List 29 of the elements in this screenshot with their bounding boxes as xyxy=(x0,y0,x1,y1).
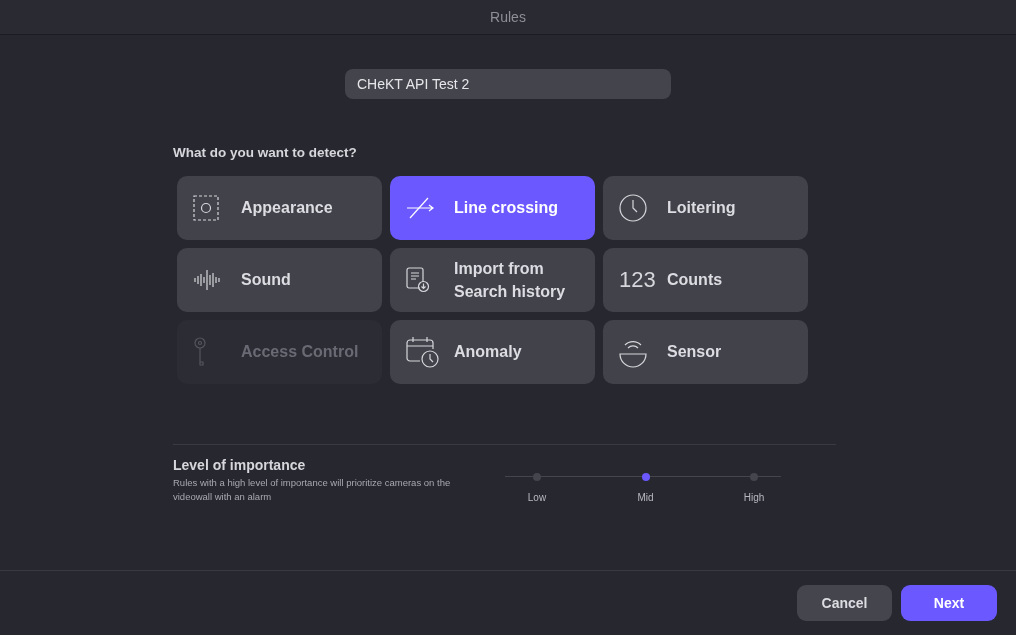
document-download-icon xyxy=(406,267,430,293)
slider-stop[interactable] xyxy=(533,473,541,481)
line-crossing-icon xyxy=(406,197,436,219)
sound-wave-icon xyxy=(193,269,221,291)
detection-type-tile[interactable]: 123 Counts xyxy=(603,248,808,312)
detection-type-tile[interactable]: Import from Search history xyxy=(390,248,595,312)
slider-stop[interactable] xyxy=(641,473,650,481)
slider-stop-label: Mid xyxy=(637,492,654,503)
calendar-clock-icon xyxy=(406,336,440,368)
next-button[interactable]: Next xyxy=(901,585,997,621)
slider-stop-label: High xyxy=(743,492,765,503)
question-label: What do you want to detect? xyxy=(173,145,358,160)
dashed-square-icon xyxy=(193,195,219,221)
detection-type-tile[interactable]: Loitering xyxy=(603,176,808,240)
cancel-button[interactable]: Cancel xyxy=(797,585,892,621)
importance-description: Rules with a high level of importance will prioritize cameras on the videowall with an alarm xyxy=(173,476,452,504)
importance-title: Level of importance xyxy=(173,457,307,473)
detection-type-tile[interactable]: Sound xyxy=(177,248,382,312)
clock-icon xyxy=(619,194,647,222)
rule-name-field[interactable]: CHeKT API Test 2 xyxy=(345,69,671,99)
key-icon xyxy=(193,337,207,367)
detection-type-tile[interactable]: Sensor xyxy=(603,320,808,384)
detection-type-tile[interactable]: Anomaly xyxy=(390,320,595,384)
detection-type-tile[interactable]: Appearance xyxy=(177,176,382,240)
window-title: Rules xyxy=(490,9,526,25)
slider-stop-label: Low xyxy=(527,492,547,503)
slider-stop[interactable] xyxy=(750,473,758,481)
detection-type-tile[interactable]: Line crossing xyxy=(390,176,595,240)
counts-icon-text: 123 xyxy=(619,267,656,293)
